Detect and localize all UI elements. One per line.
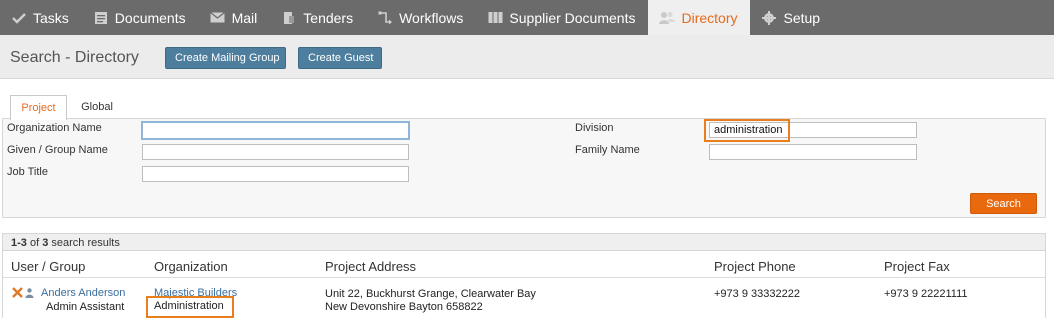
nav-workflows[interactable]: Workflows: [366, 0, 476, 35]
nav-tenders-label: Tenders: [303, 9, 354, 26]
column-header-organization[interactable]: Organization: [154, 259, 228, 274]
nav-supplier-documents-label: Supplier Documents: [509, 9, 636, 26]
column-header-user-group[interactable]: User / Group: [11, 259, 85, 274]
given-group-name-label: Given / Group Name: [7, 144, 108, 156]
nav-setup-label: Setup: [783, 9, 821, 26]
address-line-2: New Devonshire Bayton 658822: [325, 301, 483, 313]
nav-mail-label: Mail: [231, 9, 258, 26]
organization-name-label: Organization Name: [7, 122, 102, 134]
user-type-icon: [25, 288, 34, 301]
nav-setup[interactable]: Setup: [750, 0, 833, 35]
nav-documents-label: Documents: [114, 9, 186, 26]
user-job-title: Admin Assistant: [46, 301, 125, 313]
family-name-input[interactable]: [709, 144, 917, 160]
organization-division-highlight-box: [146, 296, 234, 318]
user-name-link[interactable]: Anders Anderson: [41, 287, 125, 299]
tab-project[interactable]: Project: [10, 95, 67, 120]
division-highlight-box: [704, 119, 790, 142]
family-name-label: Family Name: [575, 144, 640, 156]
nav-directory-label: Directory: [681, 9, 738, 26]
header-divider: [3, 277, 1045, 278]
results-table: 1-3 of 3 search results User / Group Org…: [2, 233, 1046, 318]
results-of-text: of: [26, 237, 43, 249]
document-icon: [93, 11, 109, 25]
create-mailing-group-button[interactable]: Create Mailing Group: [165, 47, 286, 69]
page-header: Search - Directory Create Mailing Group …: [0, 35, 1054, 79]
tender-icon: [281, 11, 297, 25]
people-icon: [659, 11, 676, 25]
nav-supplier-documents[interactable]: Supplier Documents: [476, 0, 648, 35]
gear-icon: [761, 10, 777, 25]
results-range: 1-3: [11, 237, 27, 249]
search-button[interactable]: Search: [970, 193, 1037, 214]
job-title-label: Job Title: [7, 166, 48, 178]
nav-directory[interactable]: Directory: [648, 0, 751, 35]
envelope-icon: [210, 11, 226, 25]
project-fax: +973 9 22221111: [884, 288, 968, 300]
organization-name-input[interactable]: [141, 121, 410, 140]
top-navigation: Tasks Documents Mail Tenders Workflows S…: [0, 0, 1054, 35]
nav-tasks[interactable]: Tasks: [0, 0, 82, 35]
column-header-project-address[interactable]: Project Address: [325, 259, 416, 274]
supplier-documents-icon: [487, 11, 503, 25]
workflow-icon: [377, 11, 393, 25]
check-icon: [11, 11, 27, 25]
nav-documents[interactable]: Documents: [82, 0, 199, 35]
division-label: Division: [575, 122, 614, 134]
nav-tenders[interactable]: Tenders: [270, 0, 366, 35]
address-line-1: Unit 22, Buckhurst Grange, Clearwater Ba…: [325, 288, 536, 300]
nav-tasks-label: Tasks: [33, 9, 69, 26]
column-header-project-fax[interactable]: Project Fax: [884, 259, 950, 274]
tab-global[interactable]: Global: [70, 95, 124, 119]
given-group-name-input[interactable]: [142, 144, 409, 160]
nav-workflows-label: Workflows: [399, 9, 464, 26]
create-guest-button[interactable]: Create Guest: [298, 47, 382, 69]
nav-mail[interactable]: Mail: [199, 0, 271, 35]
results-suffix: search results: [48, 237, 120, 249]
remove-user-icon[interactable]: [12, 287, 23, 301]
column-header-project-phone[interactable]: Project Phone: [714, 259, 796, 274]
page-title: Search - Directory: [10, 49, 139, 66]
results-count: 1-3 of 3 search results: [3, 234, 1045, 251]
project-phone: +973 9 33332222: [714, 288, 800, 300]
job-title-input[interactable]: [142, 166, 409, 182]
